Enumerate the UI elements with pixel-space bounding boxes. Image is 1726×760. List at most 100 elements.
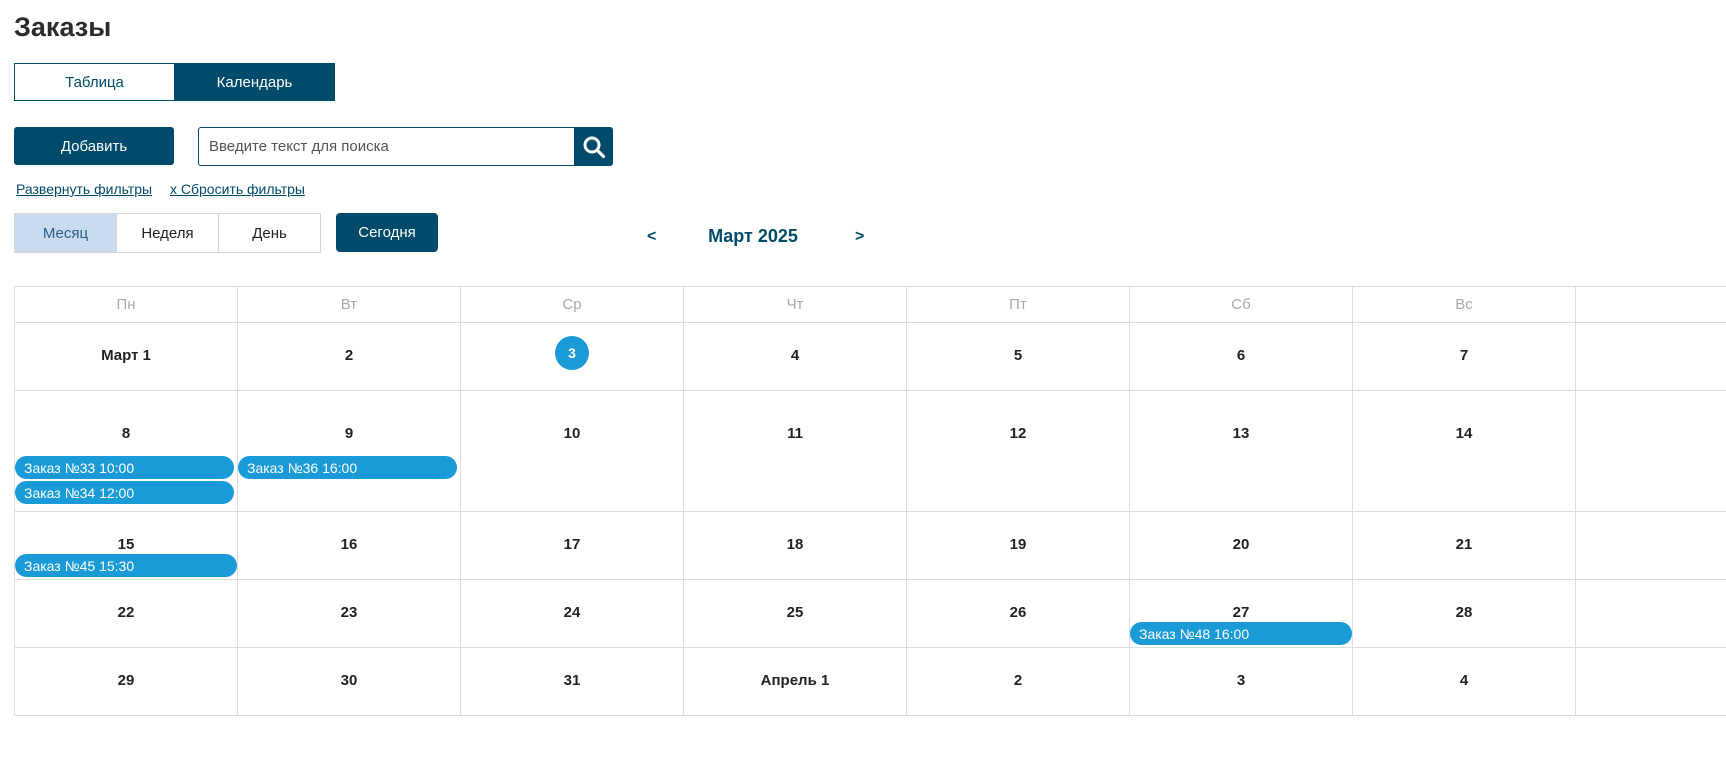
range-day-button[interactable]: День	[219, 213, 321, 253]
day-number: 22	[117, 604, 135, 621]
day-cell[interactable]: 10	[461, 391, 684, 511]
weekday-label: Пн	[15, 287, 238, 322]
day-number: 3	[1236, 672, 1246, 689]
current-month-label: Март 2025	[708, 226, 798, 246]
day-number: 2	[1013, 672, 1023, 689]
search-button[interactable]	[574, 127, 613, 166]
day-cell[interactable]: 3	[1130, 648, 1353, 715]
range-month-button[interactable]: Месяц	[14, 213, 117, 253]
day-cell[interactable]: 4	[684, 323, 907, 390]
day-cell[interactable]: 20	[1130, 512, 1353, 579]
calendar-range-switcher: Месяц Неделя День	[14, 213, 321, 253]
day-number: 9	[344, 425, 354, 442]
day-number: 26	[1009, 604, 1027, 621]
search-bar	[198, 127, 613, 166]
search-input[interactable]	[198, 127, 574, 166]
day-cell[interactable]: 15 Заказ №45 15:30	[15, 512, 238, 579]
day-number: 11	[787, 425, 803, 442]
day-cell[interactable]: 19	[907, 512, 1130, 579]
day-number: 14	[1455, 425, 1473, 442]
day-cell[interactable]: 6	[1130, 323, 1353, 390]
calendar-week: 22 23 24 25 26 27 Заказ №48 16:00 28	[14, 580, 1726, 648]
day-cell[interactable]: 4	[1353, 648, 1576, 715]
view-tabs: Таблица Календарь	[14, 63, 335, 101]
day-cell[interactable]: 9 Заказ №36 16:00	[238, 391, 461, 511]
day-number: 2	[344, 347, 354, 364]
day-number: 20	[1232, 536, 1250, 553]
calendar-grid: Пн Вт Ср Чт Пт Сб Вс Март 1 2 3 4 5 6 7 …	[14, 286, 1726, 716]
day-number: 30	[340, 672, 358, 689]
day-cell[interactable]: 17	[461, 512, 684, 579]
day-number: 18	[786, 536, 804, 553]
day-cell[interactable]: 30	[238, 648, 461, 715]
day-cell[interactable]: 25	[684, 580, 907, 647]
day-number: 4	[1459, 672, 1469, 689]
day-number: 19	[1009, 536, 1027, 553]
order-event[interactable]: Заказ №48 16:00	[1130, 622, 1352, 645]
today-marker: 3	[555, 336, 589, 370]
day-cell[interactable]: 14	[1353, 391, 1576, 511]
day-cell[interactable]: 21	[1353, 512, 1576, 579]
day-number: 23	[340, 604, 358, 621]
day-cell[interactable]: Апрель 1	[684, 648, 907, 715]
day-cell[interactable]: 16	[238, 512, 461, 579]
calendar-week: 15 Заказ №45 15:30 16 17 18 19 20 21	[14, 512, 1726, 580]
calendar-week: 29 30 31 Апрель 1 2 3 4	[14, 648, 1726, 716]
add-button[interactable]: Добавить	[14, 127, 174, 165]
weekday-label: Вт	[238, 287, 461, 322]
reset-filters-link[interactable]: x Сбросить фильтры	[170, 181, 305, 197]
expand-filters-link[interactable]: Развернуть фильтры	[16, 181, 152, 197]
day-number: 28	[1455, 604, 1473, 621]
day-cell[interactable]: 2	[907, 648, 1130, 715]
tab-table[interactable]: Таблица	[14, 63, 175, 101]
day-cell[interactable]: 23	[238, 580, 461, 647]
calendar-week: Март 1 2 3 4 5 6 7	[14, 323, 1726, 391]
day-number: 21	[1455, 536, 1473, 553]
next-month-button[interactable]: >	[855, 228, 864, 246]
day-number: 10	[563, 425, 581, 442]
order-event[interactable]: Заказ №45 15:30	[15, 554, 237, 577]
day-cell[interactable]: 12	[907, 391, 1130, 511]
day-cell[interactable]: 22	[15, 580, 238, 647]
day-cell[interactable]: 2	[238, 323, 461, 390]
day-cell[interactable]: 8 Заказ №33 10:00 Заказ №34 12:00	[15, 391, 238, 511]
weekday-label: Пт	[907, 287, 1130, 322]
weekday-label: Вс	[1353, 287, 1576, 322]
day-number: 4	[790, 347, 800, 364]
day-number: 15	[117, 536, 135, 553]
day-cell[interactable]: 5	[907, 323, 1130, 390]
order-event[interactable]: Заказ №36 16:00	[238, 456, 457, 479]
day-cell[interactable]: 11	[684, 391, 907, 511]
day-number: 31	[563, 672, 581, 689]
day-cell[interactable]: 31	[461, 648, 684, 715]
page-title: Заказы	[14, 12, 112, 42]
day-number: 8	[121, 425, 131, 442]
weekday-label: Сб	[1130, 287, 1353, 322]
day-number: 16	[340, 536, 358, 553]
today-button[interactable]: Сегодня	[336, 213, 438, 252]
range-week-button[interactable]: Неделя	[117, 213, 219, 253]
day-cell[interactable]: 13	[1130, 391, 1353, 511]
day-cell[interactable]: 26	[907, 580, 1130, 647]
day-cell[interactable]: 28	[1353, 580, 1576, 647]
day-cell[interactable]: 27 Заказ №48 16:00	[1130, 580, 1353, 647]
weekday-label: Ср	[461, 287, 684, 322]
calendar-week: 8 Заказ №33 10:00 Заказ №34 12:00 9 Зака…	[14, 391, 1726, 512]
day-cell[interactable]: 3	[461, 323, 684, 390]
day-cell[interactable]: 24	[461, 580, 684, 647]
prev-month-button[interactable]: <	[647, 228, 656, 246]
day-number: 5	[1013, 347, 1023, 364]
day-cell[interactable]: 29	[15, 648, 238, 715]
order-event[interactable]: Заказ №34 12:00	[15, 481, 234, 504]
weekday-header: Пн Вт Ср Чт Пт Сб Вс	[14, 286, 1726, 323]
day-number: 12	[1009, 425, 1027, 442]
day-cell[interactable]: Март 1	[15, 323, 238, 390]
day-number: 24	[563, 604, 581, 621]
order-event[interactable]: Заказ №33 10:00	[15, 456, 234, 479]
day-number: 7	[1459, 347, 1469, 364]
search-icon	[583, 136, 605, 158]
day-cell[interactable]: 7	[1353, 323, 1576, 390]
day-cell[interactable]: 18	[684, 512, 907, 579]
day-number: 29	[117, 672, 135, 689]
tab-calendar[interactable]: Календарь	[175, 63, 335, 101]
